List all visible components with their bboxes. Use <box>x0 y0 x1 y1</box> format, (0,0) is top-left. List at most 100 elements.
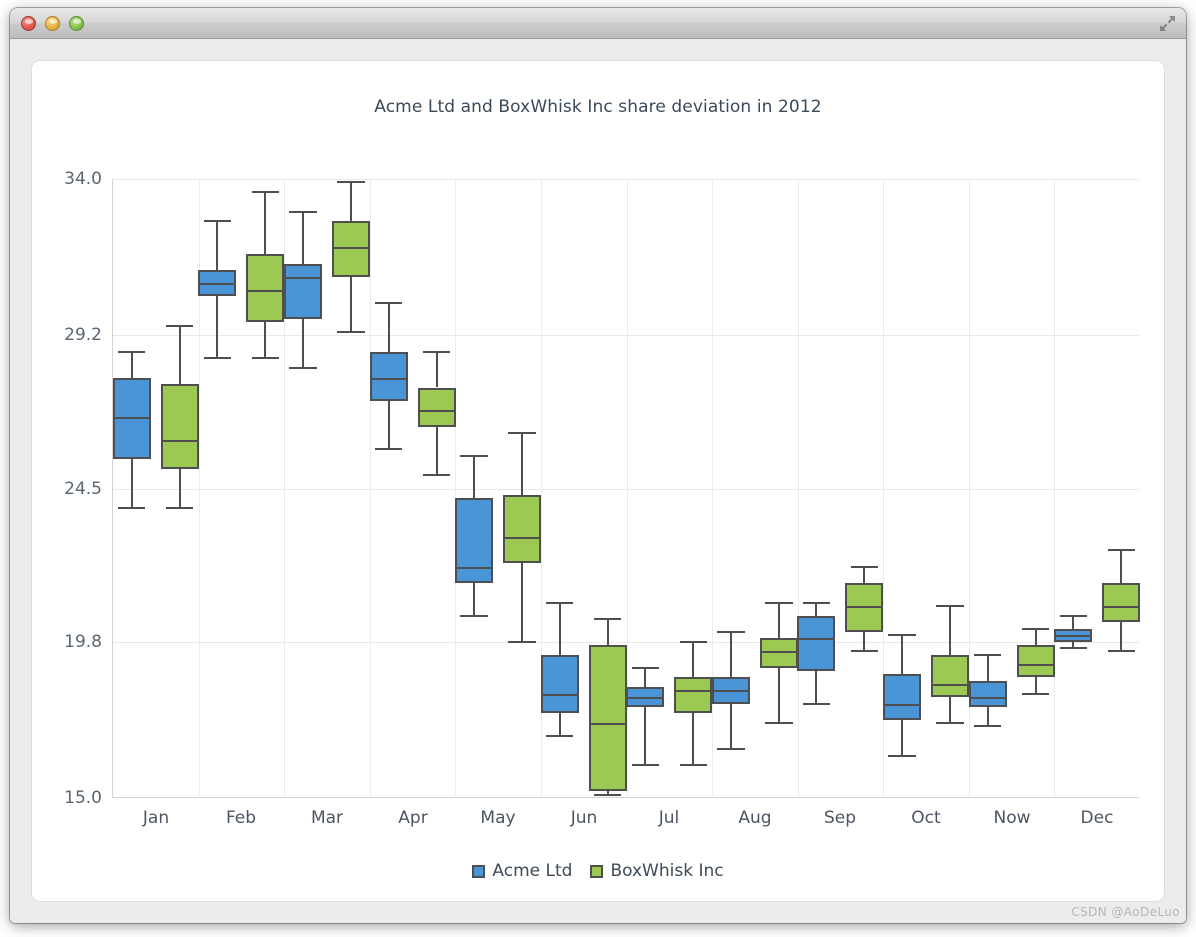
whisker-upper <box>777 602 780 639</box>
whisker-upper <box>473 455 476 499</box>
box-whisker-acme-ltd-jun[interactable] <box>540 179 579 798</box>
legend-label: Acme Ltd <box>492 861 573 881</box>
legend-swatch-icon <box>472 864 486 878</box>
box-whisker-boxwhisk-inc-oct[interactable] <box>931 179 970 798</box>
box-median-line <box>200 283 235 286</box>
minimize-window-button[interactable] <box>45 16 60 31</box>
whisker-upper <box>949 605 952 655</box>
whisker-cap-high <box>631 666 659 669</box>
fullscreen-icon[interactable] <box>1159 15 1176 32</box>
whisker-upper <box>644 667 647 688</box>
whisker-lower <box>644 706 647 766</box>
whisker-lower <box>986 706 989 727</box>
whisker-cap-high <box>508 432 536 435</box>
box-whisker-acme-ltd-dec[interactable] <box>1054 179 1093 798</box>
box-median-line <box>371 377 406 380</box>
chart-title: Acme Ltd and BoxWhisk Inc share deviatio… <box>374 97 822 117</box>
whisker-cap-high <box>166 324 194 327</box>
box-iqr <box>674 677 713 714</box>
whisker-cap-high <box>850 565 879 568</box>
close-window-button[interactable] <box>21 16 36 31</box>
whisker-cap-high <box>289 210 317 213</box>
whisker-lower <box>521 563 524 642</box>
whisker-upper <box>301 211 304 264</box>
box-iqr <box>246 253 285 323</box>
box-iqr <box>417 387 456 427</box>
whisker-upper <box>178 325 181 385</box>
zoom-window-button[interactable] <box>69 16 84 31</box>
box-median-line <box>713 690 748 693</box>
box-whisker-acme-ltd-apr[interactable] <box>369 179 408 798</box>
box-whisker-acme-ltd-feb[interactable] <box>198 179 237 798</box>
whisker-cap-low <box>337 331 365 334</box>
window-titlebar <box>10 8 1186 39</box>
whisker-cap-high <box>337 181 365 184</box>
box-whisker-boxwhisk-inc-jan[interactable] <box>160 179 199 798</box>
box-whisker-boxwhisk-inc-feb[interactable] <box>246 179 285 798</box>
box-iqr <box>283 263 322 320</box>
box-whisker-boxwhisk-inc-mar[interactable] <box>331 179 370 798</box>
box-median-line <box>1056 635 1091 638</box>
whisker-cap-low <box>717 748 745 751</box>
legend-swatch-icon <box>590 864 604 878</box>
box-whisker-boxwhisk-inc-sep[interactable] <box>845 179 884 798</box>
box-whisker-acme-ltd-may[interactable] <box>455 179 494 798</box>
whisker-cap-high <box>460 454 488 457</box>
whisker-lower <box>301 319 304 368</box>
box-iqr <box>503 495 542 564</box>
whisker-upper <box>1120 550 1123 583</box>
box-whisker-boxwhisk-inc-now[interactable] <box>1016 179 1055 798</box>
whisker-lower <box>216 296 219 359</box>
chart-card: Acme Ltd and BoxWhisk Inc share deviatio… <box>32 61 1164 901</box>
box-median-line <box>799 638 834 641</box>
whisker-cap-low <box>508 640 536 643</box>
box-whisker-boxwhisk-inc-apr[interactable] <box>417 179 456 798</box>
box-whisker-boxwhisk-inc-jun[interactable] <box>588 179 627 798</box>
whisker-cap-low <box>765 722 793 725</box>
whisker-lower <box>949 697 952 724</box>
whisker-lower <box>264 322 267 359</box>
box-median-line <box>676 690 711 693</box>
box-whisker-acme-ltd-aug[interactable] <box>711 179 750 798</box>
box-whisker-boxwhisk-inc-aug[interactable] <box>759 179 798 798</box>
whisker-upper <box>264 192 267 254</box>
box-median-line <box>505 537 540 540</box>
x-axis-tick-label: Jan <box>142 808 170 828</box>
whisker-upper <box>606 618 609 645</box>
whisker-upper <box>729 631 732 678</box>
whisker-cap-low <box>166 507 194 510</box>
whisker-cap-high <box>422 350 451 353</box>
box-whisker-boxwhisk-inc-may[interactable] <box>503 179 542 798</box>
whisker-cap-high <box>973 653 1002 656</box>
box-median-line <box>248 289 283 292</box>
box-median-line <box>885 703 920 706</box>
whisker-lower <box>387 400 390 450</box>
box-whisker-acme-ltd-oct[interactable] <box>883 179 922 798</box>
y-axis-tick-label: 24.5 <box>64 478 102 499</box>
legend-label: BoxWhisk Inc <box>610 861 724 881</box>
box-whisker-boxwhisk-inc-dec[interactable] <box>1102 179 1141 798</box>
whisker-cap-low <box>936 722 964 725</box>
whisker-upper <box>815 602 818 616</box>
box-iqr <box>931 654 970 697</box>
box-whisker-acme-ltd-mar[interactable] <box>283 179 322 798</box>
x-axis-tick-label: Oct <box>911 808 941 828</box>
whisker-lower <box>1034 677 1037 694</box>
whisker-cap-low <box>1021 692 1050 695</box>
box-whisker-acme-ltd-sep[interactable] <box>797 179 836 798</box>
whisker-cap-low <box>973 725 1002 728</box>
legend-item-boxwhisk-inc[interactable]: BoxWhisk Inc <box>590 861 724 881</box>
whisker-cap-low <box>631 764 659 767</box>
box-whisker-acme-ltd-now[interactable] <box>968 179 1007 798</box>
x-axis-tick-label: Mar <box>310 808 344 828</box>
x-axis-tick-label: Jul <box>658 808 680 828</box>
box-whisker-boxwhisk-inc-jul[interactable] <box>674 179 713 798</box>
legend-item-acme-ltd[interactable]: Acme Ltd <box>472 861 572 881</box>
box-median-line <box>933 683 968 686</box>
x-axis-tick-label: Now <box>993 808 1031 828</box>
box-whisker-acme-ltd-jan[interactable] <box>112 179 151 798</box>
x-axis-tick-label: May <box>480 808 516 828</box>
whisker-cap-low <box>802 702 831 705</box>
box-whisker-acme-ltd-jul[interactable] <box>626 179 665 798</box>
whisker-cap-high <box>888 634 916 637</box>
